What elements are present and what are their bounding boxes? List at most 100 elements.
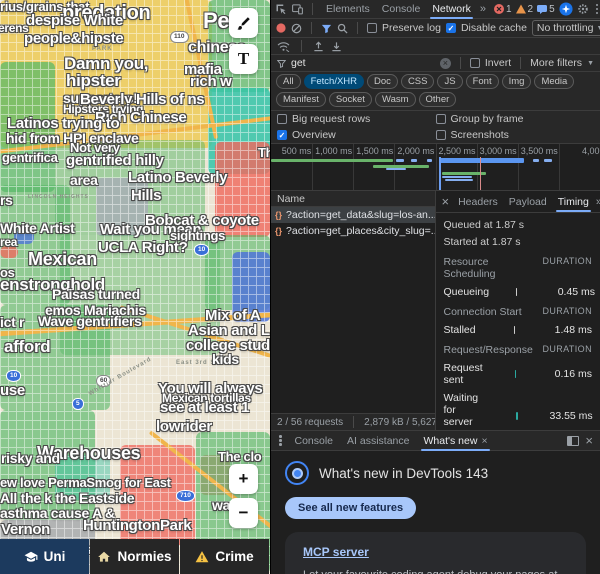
preserve-log-label[interactable]: Preserve log xyxy=(382,22,441,34)
warning-badge[interactable]: 2 xyxy=(515,4,533,15)
checkbox[interactable] xyxy=(435,130,446,140)
checkbox[interactable] xyxy=(277,114,287,124)
option-group-by-frame[interactable]: Group by frame xyxy=(435,113,595,125)
close-details-icon[interactable]: × xyxy=(440,195,452,208)
zoom-in-button[interactable]: + xyxy=(229,464,258,494)
invert-checkbox[interactable] xyxy=(469,58,480,68)
issues-badge[interactable]: 5 xyxy=(537,4,555,15)
dock-side-icon[interactable] xyxy=(567,435,580,446)
requests-count: 2 / 56 requests xyxy=(277,416,344,428)
timing-bar xyxy=(514,370,516,379)
timing-phase-label: Stalled xyxy=(443,324,476,337)
details-tabbar: × HeadersPayloadTiming » xyxy=(435,191,600,213)
chip-other[interactable]: Other xyxy=(418,92,457,107)
preserve-log-checkbox[interactable] xyxy=(367,23,377,33)
drawer-tab-whatsnew[interactable]: What's new × xyxy=(417,433,493,451)
map-label: lowrider xyxy=(156,418,212,435)
more-filters-button[interactable]: More filters xyxy=(530,57,582,69)
clear-icon[interactable] xyxy=(291,23,302,34)
option-overview[interactable]: ✓ Overview xyxy=(277,129,436,141)
brush-tool-button[interactable] xyxy=(229,8,258,38)
see-all-features-button[interactable]: See all new features xyxy=(285,497,417,519)
import-har-icon[interactable] xyxy=(313,41,324,52)
details-tab-payload[interactable]: Payload xyxy=(504,193,552,211)
throttling-select[interactable]: No throttling ▼ xyxy=(531,20,600,36)
text-tool-button[interactable]: T xyxy=(229,44,258,74)
checkbox[interactable]: ✓ xyxy=(277,130,287,140)
clear-filter-icon[interactable]: × xyxy=(439,57,451,69)
issues-icon xyxy=(537,5,548,14)
overview-event-marker xyxy=(479,157,482,190)
map-label: Pe xyxy=(203,8,230,33)
map-label: rich w xyxy=(190,73,232,90)
settings-gear-icon[interactable] xyxy=(577,3,589,15)
highway-shield: 110 xyxy=(170,31,189,43)
chip-js[interactable]: JS xyxy=(437,74,463,89)
zoom-out-button[interactable]: − xyxy=(229,498,258,528)
drawer-menu-kebab-icon[interactable] xyxy=(276,435,285,446)
overview-tick-label: 1,500 ms xyxy=(356,146,394,156)
timing-bar-track xyxy=(493,288,545,297)
error-badge[interactable]: 1 xyxy=(493,4,512,15)
map-label: see at least 1 xyxy=(160,399,250,416)
drawer-tab-aiassistance[interactable]: AI assistance xyxy=(341,433,415,449)
chip-fetchxhr[interactable]: Fetch/XHR xyxy=(303,74,365,89)
checkbox[interactable] xyxy=(435,114,446,124)
network-overview-timeline[interactable]: 500 ms 1,000 ms 1,500 ms 2,000 ms 2,500 ms 3,… xyxy=(271,144,600,191)
details-tab-headers[interactable]: Headers xyxy=(453,193,503,211)
request-table-header[interactable]: Name xyxy=(271,191,435,207)
close-drawer-icon[interactable]: × xyxy=(583,434,595,447)
tab-elements[interactable]: Elements xyxy=(321,1,375,17)
overview-bar xyxy=(445,178,474,181)
request-row[interactable]: {} ?action=get_places&city_slug=... xyxy=(271,223,435,239)
chip-img[interactable]: Img xyxy=(501,74,532,89)
category-button-uni[interactable]: Uni xyxy=(0,539,89,574)
ai-assistance-icon[interactable] xyxy=(559,2,573,16)
export-har-icon[interactable] xyxy=(331,41,342,52)
chip-all[interactable]: All xyxy=(276,74,301,89)
more-details-tabs-icon[interactable]: » xyxy=(596,196,600,208)
map-category-bar: Uni Normies Crime xyxy=(0,539,270,574)
timing-row: Queueing 0.45 ms xyxy=(444,286,596,298)
disable-cache-checkbox[interactable]: ✓ xyxy=(445,23,456,33)
search-icon[interactable] xyxy=(337,23,348,34)
tab-console[interactable]: Console xyxy=(377,1,426,17)
device-toolbar-icon[interactable] xyxy=(291,3,304,15)
record-icon[interactable] xyxy=(276,23,286,33)
inspect-icon[interactable] xyxy=(275,3,287,15)
article-title-link[interactable]: MCP server xyxy=(303,545,369,559)
chip-font[interactable]: Font xyxy=(465,74,499,89)
close-tab-icon[interactable]: × xyxy=(481,435,487,447)
main-menu-kebab-icon[interactable] xyxy=(593,3,600,15)
overview-tick-label: 500 ms xyxy=(281,146,312,156)
map-label: White Artist xyxy=(0,220,75,236)
chip-css[interactable]: CSS xyxy=(400,74,435,89)
tab-network[interactable]: Network xyxy=(427,1,476,19)
request-list: {} ?action=get_data&slug=los-an...{} ?acti… xyxy=(271,207,435,413)
filter-input[interactable]: get xyxy=(291,57,435,69)
option-screenshots[interactable]: Screenshots xyxy=(435,129,595,141)
overview-bar xyxy=(442,176,472,178)
drawer-tab-console[interactable]: Console xyxy=(289,433,340,449)
overview-bar xyxy=(386,168,406,170)
overview-gridline xyxy=(435,144,437,190)
chip-manifest[interactable]: Manifest xyxy=(276,92,326,107)
chip-media[interactable]: Media xyxy=(534,74,575,89)
network-conditions-icon[interactable] xyxy=(277,41,290,52)
timing-value: 1.48 ms xyxy=(554,324,592,337)
category-button-normies[interactable]: Normies xyxy=(90,539,179,574)
more-tabs-icon[interactable]: » xyxy=(480,3,486,15)
drawer-tab-label: Console xyxy=(294,434,334,447)
hoodmap[interactable]: 110 10 10 60 5 710 PARK LINCOLN HEIGHTS East 3r… xyxy=(0,0,270,574)
chip-wasm[interactable]: Wasm xyxy=(374,92,416,107)
chip-doc[interactable]: Doc xyxy=(367,74,398,89)
details-tab-timing[interactable]: Timing xyxy=(553,193,594,212)
filter-icon[interactable] xyxy=(321,23,332,34)
disable-cache-label[interactable]: Disable cache xyxy=(461,22,527,34)
invert-label[interactable]: Invert xyxy=(485,57,511,69)
map-label: gentrified hilly xyxy=(66,152,164,169)
category-button-crime[interactable]: Crime xyxy=(180,539,269,574)
option-big-request-rows[interactable]: Big request rows xyxy=(277,113,436,125)
chip-socket[interactable]: Socket xyxy=(328,92,372,107)
request-row[interactable]: {} ?action=get_data&slug=los-an... xyxy=(271,207,435,223)
